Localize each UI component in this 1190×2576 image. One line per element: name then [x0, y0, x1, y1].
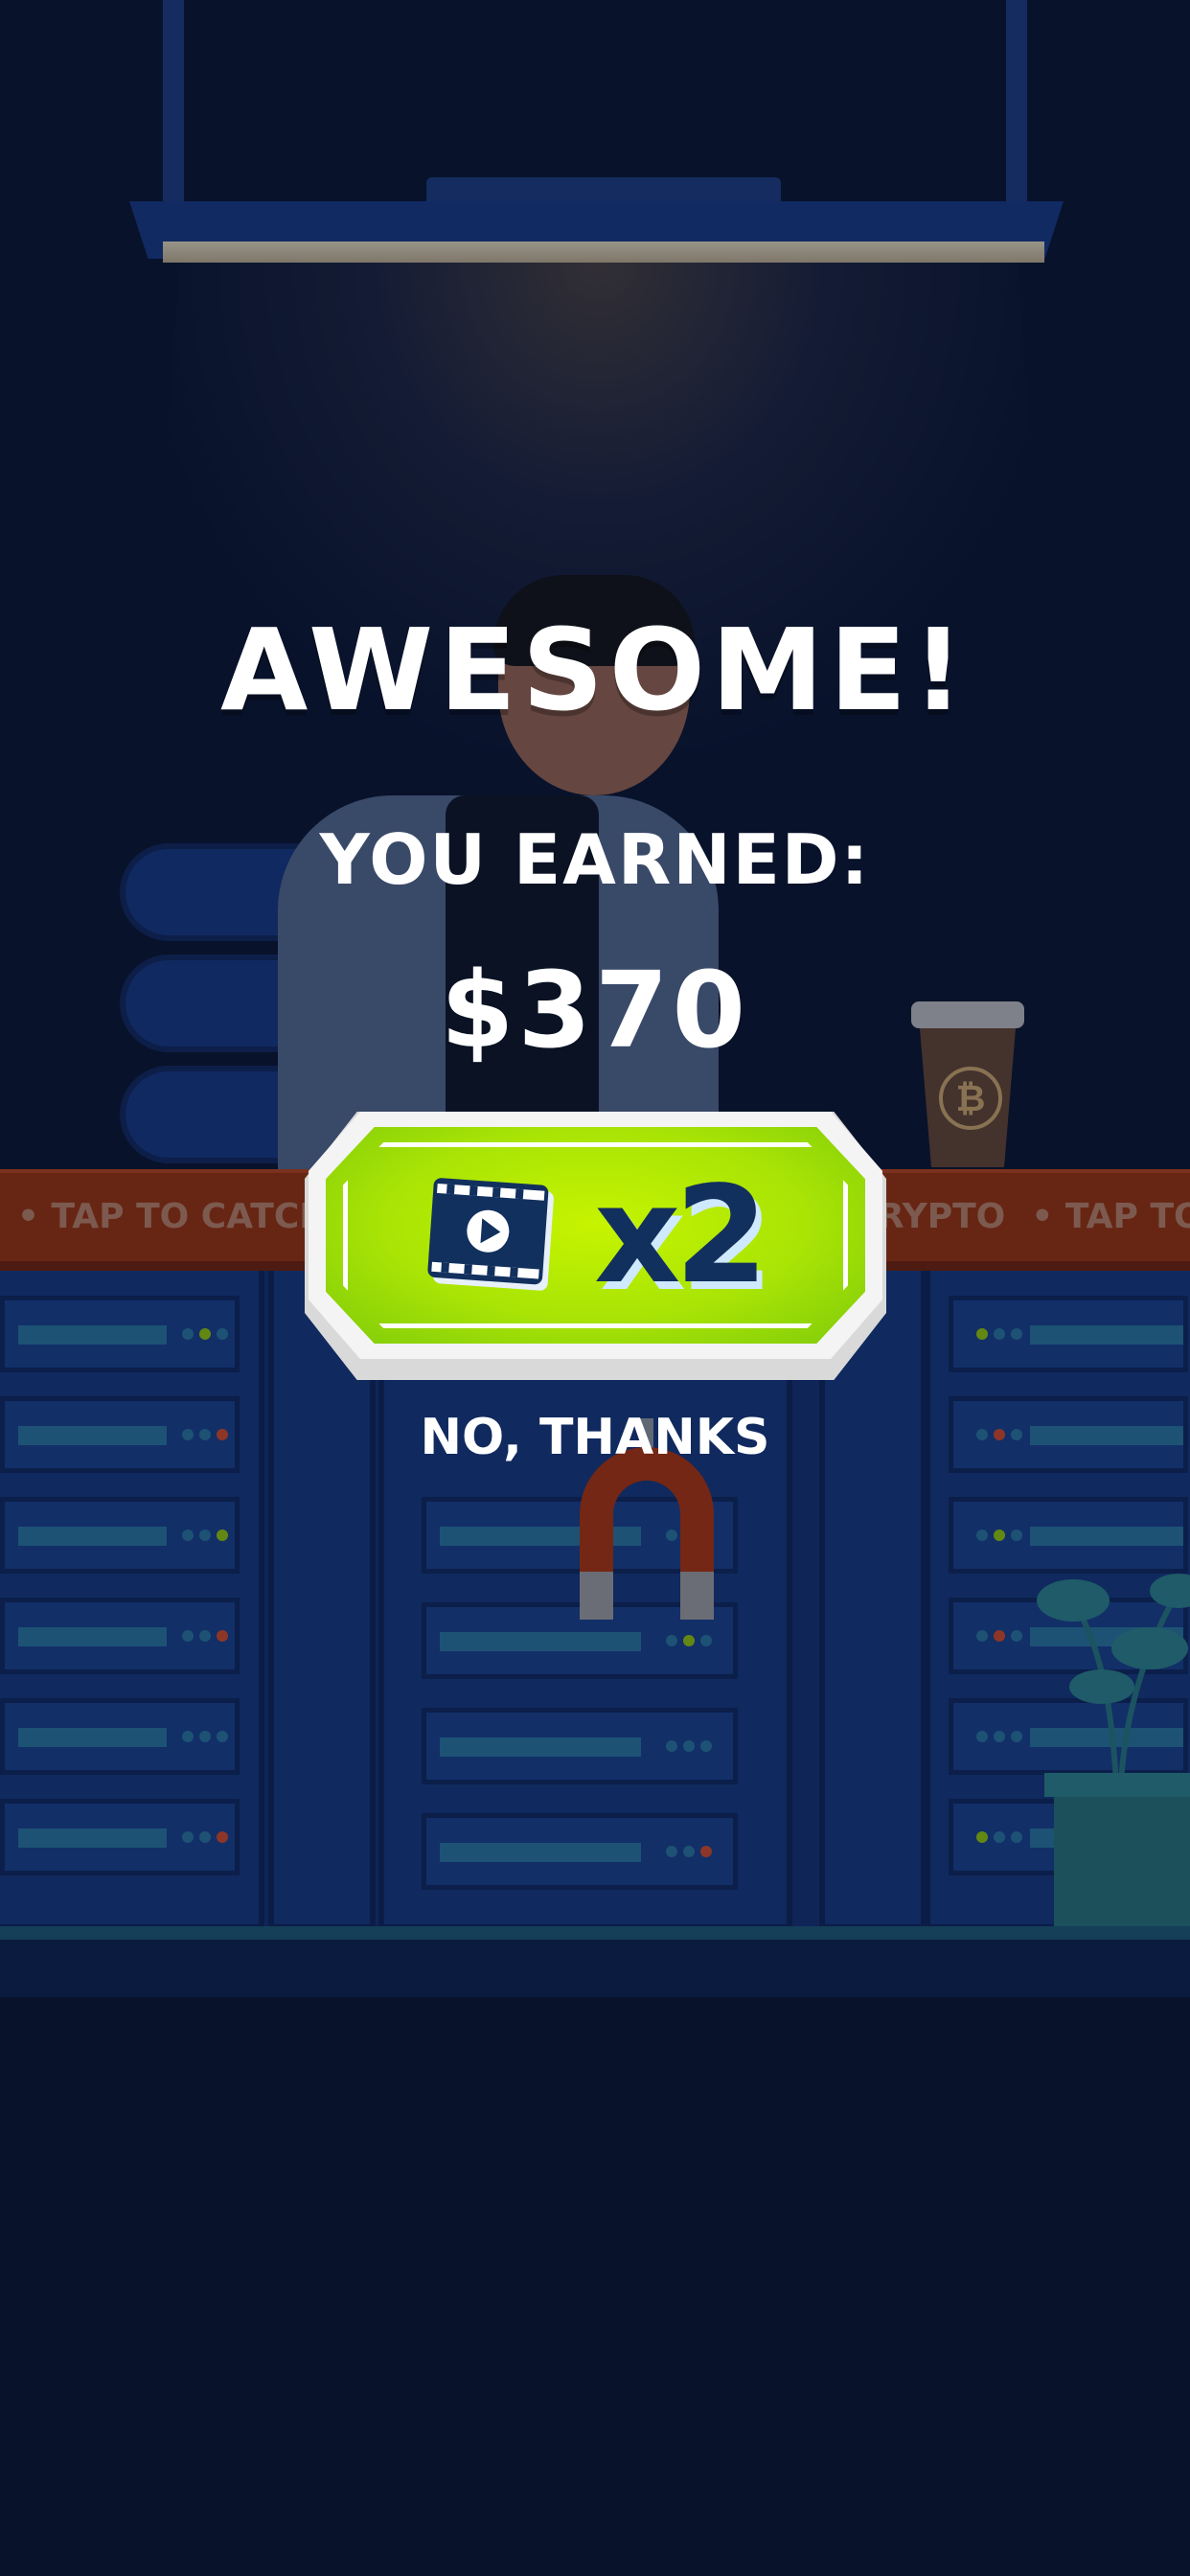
- headline: AWESOME!: [220, 604, 970, 736]
- multiplier-label: x2: [594, 1158, 768, 1314]
- video-play-icon: [427, 1178, 554, 1291]
- reward-screen: ₿ • TAP TO CATCH CRYPTO • TAP TO CA: [0, 0, 1190, 2576]
- earned-label: YOU EARNED:: [319, 819, 871, 900]
- double-reward-button[interactable]: x2: [305, 1112, 886, 1380]
- no-thanks-button[interactable]: NO, THANKS: [0, 1409, 1190, 1466]
- earned-amount: $370: [440, 949, 750, 1071]
